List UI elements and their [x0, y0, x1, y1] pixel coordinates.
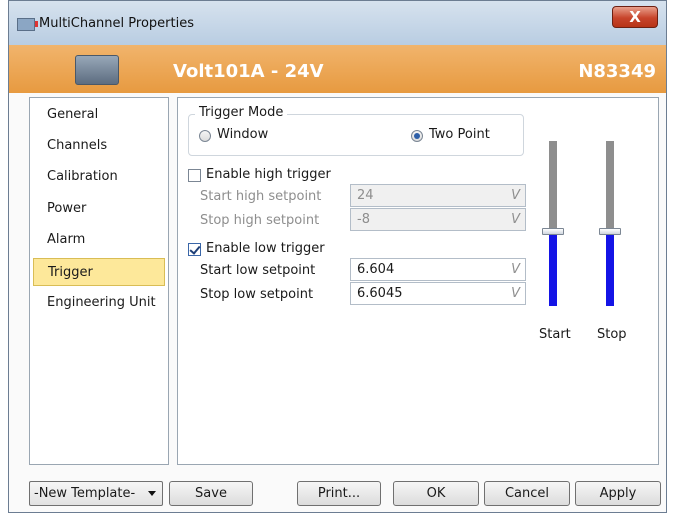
ok-button[interactable]: OK — [393, 481, 479, 506]
trigger-mode-group: Trigger Mode Window Two Point — [188, 105, 524, 156]
sidebar-item-power[interactable]: Power — [33, 195, 165, 223]
radio-window-label[interactable]: Window — [217, 127, 268, 142]
device-name: Volt101A - 24V — [173, 61, 324, 82]
cancel-button[interactable]: Cancel — [484, 481, 570, 506]
start-high-setpoint-unit: V — [511, 188, 520, 203]
stop-slider-upper — [606, 141, 614, 232]
stop-high-setpoint-label: Stop high setpoint — [200, 213, 320, 228]
enable-high-trigger-label[interactable]: Enable high trigger — [206, 167, 331, 182]
start-slider-label: Start — [539, 327, 571, 342]
enable-low-trigger-label[interactable]: Enable low trigger — [206, 241, 325, 256]
start-slider-track[interactable] — [549, 141, 557, 306]
device-icon — [75, 55, 119, 85]
start-high-setpoint-label: Start high setpoint — [200, 189, 322, 204]
template-dropdown[interactable]: -New Template- — [29, 481, 163, 506]
start-slider-upper — [549, 141, 557, 232]
stop-low-setpoint-label: Stop low setpoint — [200, 287, 314, 302]
close-button[interactable]: X — [612, 6, 658, 28]
start-low-setpoint-field[interactable]: 6.604 V — [350, 258, 526, 281]
apply-button[interactable]: Apply — [575, 481, 661, 506]
sidebar-item-trigger[interactable]: Trigger — [33, 258, 165, 286]
sidebar-item-engineering-unit[interactable]: Engineering Unit — [33, 289, 165, 317]
serial-number: N83349 — [578, 61, 656, 82]
template-dropdown-value: -New Template- — [34, 486, 136, 501]
properties-window: MultiChannel Properties X Volt101A - 24V… — [8, 0, 667, 513]
start-high-setpoint-value: 24 — [357, 188, 374, 203]
sidebar-item-channels[interactable]: Channels — [33, 132, 165, 160]
title-bar[interactable]: MultiChannel Properties X — [9, 1, 666, 45]
start-low-setpoint-unit: V — [511, 262, 520, 277]
stop-low-setpoint-field[interactable]: 6.6045 V — [350, 282, 526, 305]
sidebar-item-calibration[interactable]: Calibration — [33, 163, 165, 191]
save-button[interactable]: Save — [169, 481, 253, 506]
app-icon — [17, 18, 38, 31]
stop-low-setpoint-value: 6.6045 — [357, 286, 403, 301]
sidebar: General Channels Calibration Power Alarm… — [29, 97, 169, 465]
stop-slider-label: Stop — [597, 327, 627, 342]
start-high-setpoint-field[interactable]: 24 V — [350, 184, 526, 207]
stop-low-setpoint-unit: V — [511, 286, 520, 301]
stop-slider-track[interactable] — [606, 141, 614, 306]
sidebar-item-general[interactable]: General — [33, 101, 165, 129]
radio-two-point-label[interactable]: Two Point — [429, 127, 490, 142]
chevron-down-icon — [148, 491, 156, 496]
stop-high-setpoint-unit: V — [511, 212, 520, 227]
trigger-mode-label: Trigger Mode — [195, 105, 288, 120]
start-slider-fill — [549, 232, 557, 306]
start-slider-thumb[interactable] — [542, 228, 564, 235]
stop-slider-thumb[interactable] — [599, 228, 621, 235]
stop-high-setpoint-value: -8 — [357, 212, 370, 227]
sidebar-item-alarm[interactable]: Alarm — [33, 226, 165, 254]
stop-slider-fill — [606, 232, 614, 306]
start-low-setpoint-label: Start low setpoint — [200, 263, 316, 278]
stop-high-setpoint-field[interactable]: -8 V — [350, 208, 526, 231]
trigger-panel: Trigger Mode Window Two Point Enable hig… — [177, 97, 659, 465]
print-button[interactable]: Print... — [297, 481, 381, 506]
enable-low-trigger-checkbox[interactable] — [188, 243, 201, 256]
radio-window[interactable] — [199, 130, 211, 142]
start-low-setpoint-value: 6.604 — [357, 262, 395, 277]
device-header: Volt101A - 24V N83349 — [9, 45, 666, 93]
enable-high-trigger-checkbox[interactable] — [188, 169, 201, 182]
window-title: MultiChannel Properties — [39, 16, 194, 31]
radio-two-point[interactable] — [411, 130, 423, 142]
